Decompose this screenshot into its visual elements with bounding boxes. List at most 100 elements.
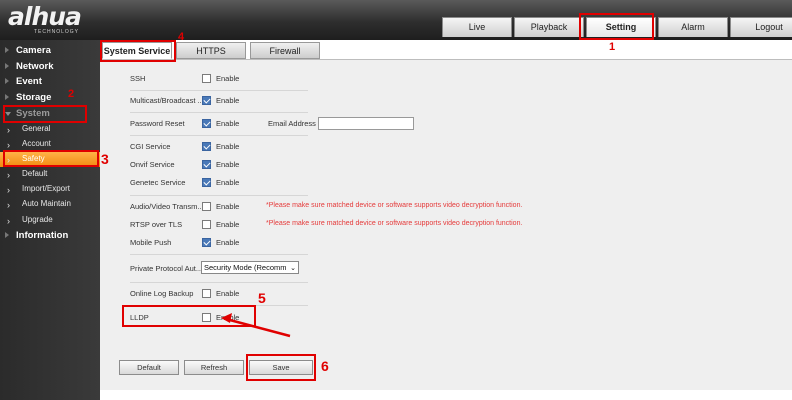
- private-protocol-row: Private Protocol Aut... Security Mode (R…: [130, 261, 430, 276]
- genetec-checkbox[interactable]: [202, 178, 211, 187]
- lldp-enable-label: Enable: [216, 313, 240, 322]
- annotation-number: 5: [258, 290, 266, 306]
- chevron-right-icon: ›: [7, 155, 10, 165]
- sidebar-item-label: System: [16, 108, 50, 119]
- mobile-push-label: Mobile Push: [130, 238, 172, 247]
- sidebar-subitem-safety[interactable]: › Safety: [0, 152, 100, 167]
- chevron-right-icon: ›: [7, 140, 10, 150]
- cgi-label: CGI Service: [130, 142, 171, 151]
- collapsed-arrow-icon: [5, 94, 9, 100]
- ssh-enable-label: Enable: [216, 74, 240, 83]
- main-content: System Service HTTPS Firewall SSH Enable…: [100, 40, 792, 400]
- rtsp-tls-warning: *Please make sure matched device or soft…: [266, 220, 523, 227]
- sidebar-item-storage[interactable]: Storage: [0, 90, 100, 105]
- sidebar-item-label: Import/Export: [22, 184, 71, 193]
- lldp-label: LLDP: [130, 313, 149, 322]
- save-button[interactable]: Save: [249, 360, 313, 375]
- chevron-right-icon: ›: [7, 216, 10, 226]
- sidebar-item-label: Safety: [22, 154, 45, 163]
- multicast-checkbox[interactable]: [202, 96, 211, 105]
- top-tab-setting[interactable]: Setting: [586, 17, 656, 37]
- header-bar: alhua TECHNOLOGY Live Playback Setting A…: [0, 0, 792, 40]
- private-protocol-value: Security Mode (Recomm: [204, 263, 287, 272]
- sidebar-subitem-import-export[interactable]: › Import/Export: [0, 182, 100, 197]
- online-log-label: Online Log Backup: [130, 289, 194, 298]
- password-reset-enable-label: Enable: [216, 119, 240, 128]
- divider: [130, 195, 308, 196]
- cgi-enable-label: Enable: [216, 142, 240, 151]
- onvif-enable-label: Enable: [216, 160, 240, 169]
- expanded-arrow-icon: [5, 112, 11, 116]
- private-protocol-select[interactable]: Security Mode (Recomm ⌄: [201, 261, 299, 274]
- email-address-label: Email Address: [268, 119, 316, 128]
- subtab-bar: System Service HTTPS Firewall: [100, 42, 320, 60]
- cgi-checkbox[interactable]: [202, 142, 211, 151]
- brand-logo: alhua TECHNOLOGY: [8, 4, 108, 36]
- annotation-number: 3: [101, 151, 109, 167]
- mobile-push-checkbox[interactable]: [202, 238, 211, 247]
- annotation-number: 6: [321, 358, 329, 374]
- sidebar-item-network[interactable]: Network: [0, 59, 100, 74]
- top-tab-alarm[interactable]: Alarm: [658, 17, 728, 37]
- sidebar-subitem-auto-maintain[interactable]: › Auto Maintain: [0, 197, 100, 212]
- chevron-right-icon: ›: [7, 185, 10, 195]
- collapsed-arrow-icon: [5, 47, 9, 53]
- annotation-number: 2: [68, 88, 75, 100]
- ssh-label: SSH: [130, 74, 146, 83]
- top-tab-playback[interactable]: Playback: [514, 17, 584, 37]
- sidebar-item-camera[interactable]: Camera: [0, 43, 100, 58]
- lldp-checkbox[interactable]: [202, 313, 211, 322]
- rtsp-tls-checkbox[interactable]: [202, 220, 211, 229]
- sidebar-item-label: General: [22, 124, 51, 133]
- password-reset-checkbox[interactable]: [202, 119, 211, 128]
- collapsed-arrow-icon: [5, 232, 9, 238]
- divider: [130, 282, 308, 283]
- top-navigation: Live Playback Setting Alarm Logout: [442, 16, 792, 38]
- tab-system-service[interactable]: System Service: [102, 42, 172, 59]
- av-transmission-enable-label: Enable: [216, 202, 240, 211]
- email-address-input[interactable]: [318, 117, 414, 130]
- divider: [130, 305, 308, 306]
- sidebar-subitem-upgrade[interactable]: › Upgrade: [0, 213, 100, 228]
- sidebar-item-label: Event: [16, 76, 42, 87]
- collapsed-arrow-icon: [5, 78, 9, 84]
- ssh-checkbox[interactable]: [202, 74, 211, 83]
- sidebar-item-event[interactable]: Event: [0, 74, 100, 89]
- top-tab-live[interactable]: Live: [442, 17, 512, 37]
- refresh-button[interactable]: Refresh: [184, 360, 244, 375]
- onvif-checkbox[interactable]: [202, 160, 211, 169]
- chevron-right-icon: ›: [7, 200, 10, 210]
- default-button[interactable]: Default: [119, 360, 179, 375]
- sidebar-item-system[interactable]: System: [0, 106, 100, 121]
- multicast-enable-label: Enable: [216, 96, 240, 105]
- multicast-label: Multicast/Broadcast ...: [130, 96, 204, 105]
- tab-https[interactable]: HTTPS: [176, 42, 246, 59]
- sidebar-item-label: Information: [16, 230, 69, 241]
- divider: [130, 112, 308, 113]
- tab-firewall[interactable]: Firewall: [250, 42, 320, 59]
- sidebar-item-information[interactable]: Information: [0, 228, 100, 243]
- sidebar-subitem-account[interactable]: › Account: [0, 137, 100, 152]
- chevron-right-icon: ›: [7, 170, 10, 180]
- system-service-panel: SSH Enable Multicast/Broadcast ... Enabl…: [100, 60, 792, 390]
- av-transmission-warning: *Please make sure matched device or soft…: [266, 202, 523, 209]
- divider: [130, 90, 308, 91]
- sidebar-item-label: Auto Maintain: [22, 199, 71, 208]
- online-log-enable-label: Enable: [216, 289, 240, 298]
- mobile-push-enable-label: Enable: [216, 238, 240, 247]
- av-transmission-checkbox[interactable]: [202, 202, 211, 211]
- rtsp-tls-label: RTSP over TLS: [130, 220, 183, 229]
- sidebar-item-label: Camera: [16, 45, 51, 56]
- top-tab-logout[interactable]: Logout: [730, 17, 792, 37]
- av-transmission-label: Audio/Video Transm...: [130, 202, 204, 211]
- sidebar-item-label: Default: [22, 169, 48, 178]
- divider: [130, 254, 308, 255]
- password-reset-row: Password Reset Enable Email Address: [130, 117, 530, 131]
- sidebar-subitem-default[interactable]: › Default: [0, 167, 100, 182]
- av-transmission-row: Audio/Video Transm... Enable *Please mak…: [130, 200, 690, 214]
- sidebar-subitem-general[interactable]: › General: [0, 122, 100, 137]
- annotation-number: 1: [609, 41, 616, 53]
- online-log-checkbox[interactable]: [202, 289, 211, 298]
- chevron-down-icon: ⌄: [290, 265, 296, 272]
- sidebar-item-label: Network: [16, 61, 54, 72]
